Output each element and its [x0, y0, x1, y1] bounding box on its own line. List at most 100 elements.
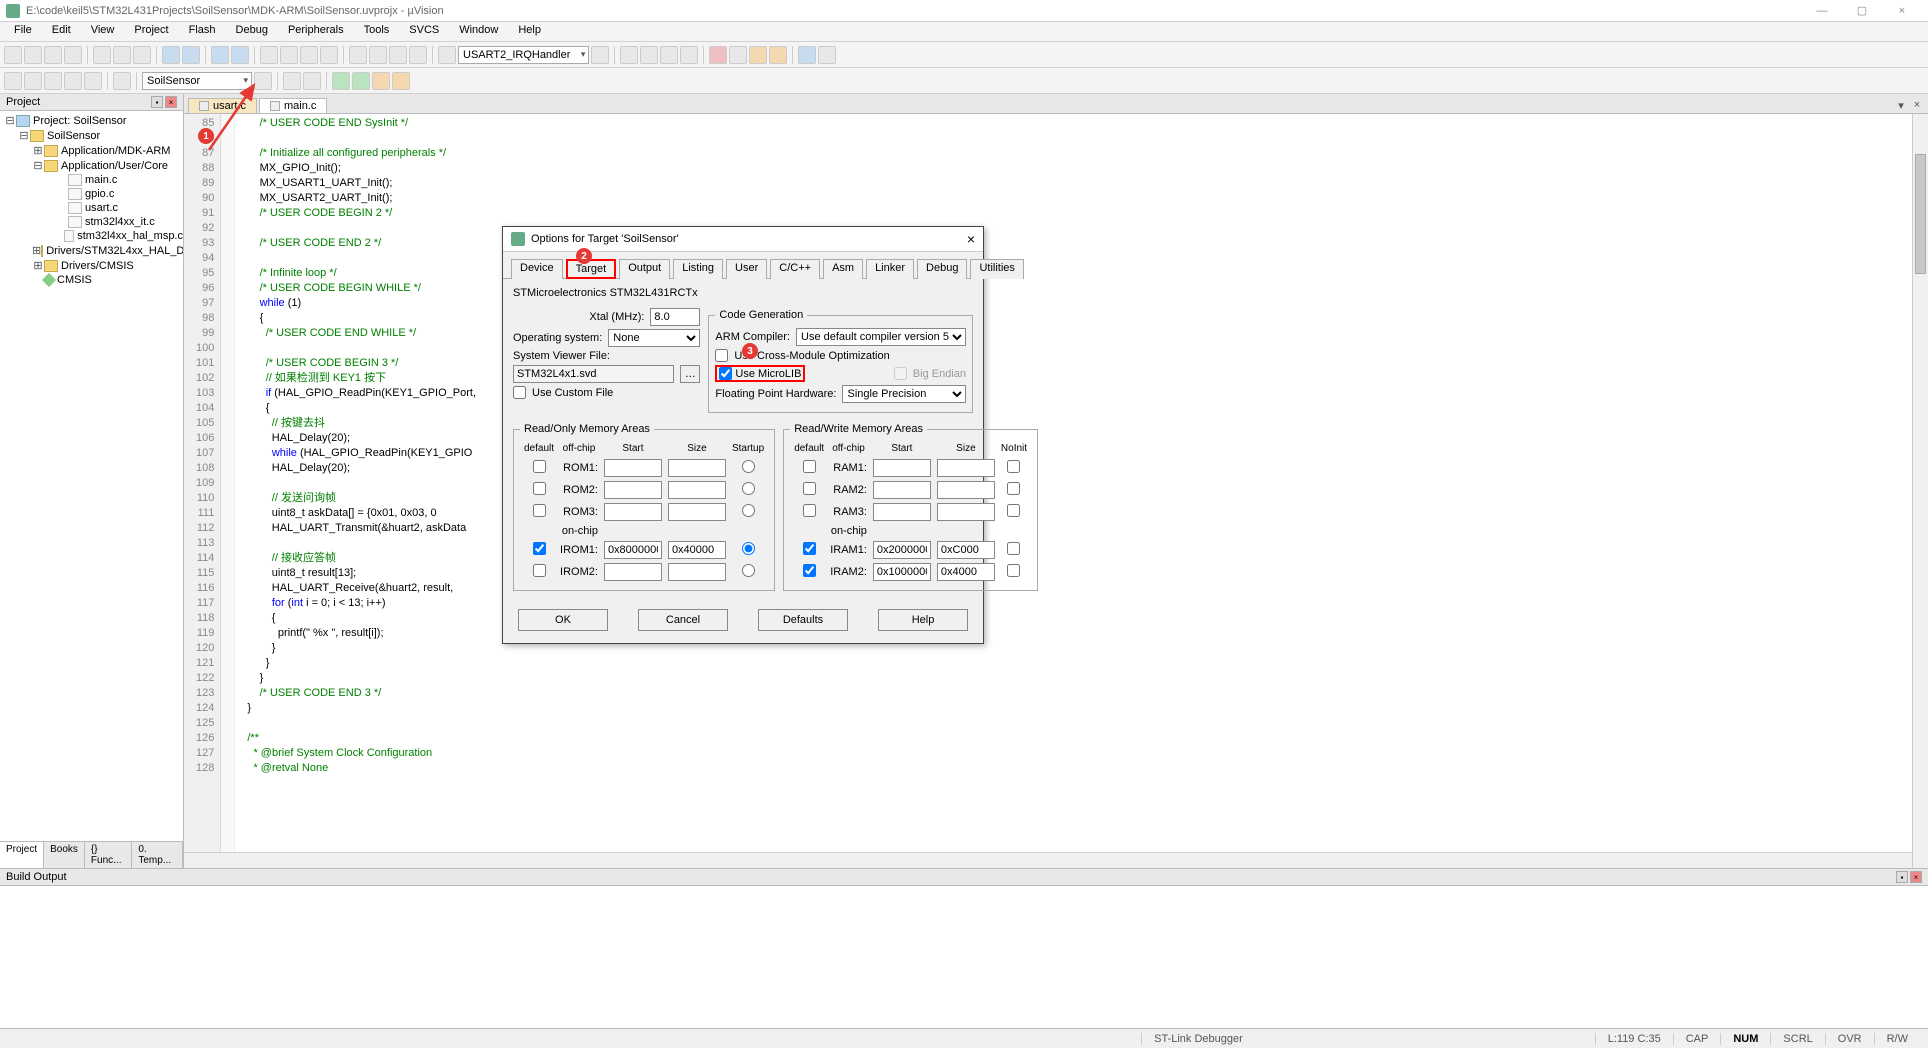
- dialog-tab-asm[interactable]: Asm: [823, 259, 863, 279]
- nav-fwd-icon[interactable]: [231, 46, 249, 64]
- tab-close-icon[interactable]: ×: [1910, 99, 1924, 113]
- pane-close-icon[interactable]: ×: [1910, 871, 1922, 883]
- menu-flash[interactable]: Flash: [179, 22, 226, 41]
- books-icon[interactable]: [303, 72, 321, 90]
- menu-peripherals[interactable]: Peripherals: [278, 22, 354, 41]
- mem-size[interactable]: [668, 481, 726, 499]
- mem-default[interactable]: [803, 482, 816, 495]
- mem-last[interactable]: [742, 542, 755, 555]
- insert-icon[interactable]: [680, 46, 698, 64]
- mem-size[interactable]: [937, 503, 995, 521]
- menu-window[interactable]: Window: [449, 22, 508, 41]
- mem-last[interactable]: [742, 504, 755, 517]
- menu-tools[interactable]: Tools: [354, 22, 400, 41]
- cut-icon[interactable]: [93, 46, 111, 64]
- dialog-title-bar[interactable]: Options for Target 'SoilSensor' ×: [503, 227, 983, 252]
- mem-size[interactable]: [668, 503, 726, 521]
- bookmark-icon[interactable]: [260, 46, 278, 64]
- stop-build-icon[interactable]: [84, 72, 102, 90]
- xtal-input[interactable]: [650, 308, 700, 326]
- mem-start[interactable]: [873, 481, 931, 499]
- dialog-tab-listing[interactable]: Listing: [673, 259, 723, 279]
- mem-default[interactable]: [803, 504, 816, 517]
- mem-size[interactable]: [937, 563, 995, 581]
- mem-default[interactable]: [533, 542, 546, 555]
- build-output-body[interactable]: [0, 886, 1928, 1028]
- dialog-tab-user[interactable]: User: [726, 259, 767, 279]
- mem-size[interactable]: [937, 541, 995, 559]
- project-tree[interactable]: ⊟Project: SoilSensor⊟SoilSensor⊞Applicat…: [0, 111, 183, 841]
- mem-last[interactable]: [1007, 482, 1020, 495]
- mem-start[interactable]: [604, 503, 662, 521]
- tab-dropdown-icon[interactable]: ▾: [1894, 99, 1908, 113]
- menu-debug[interactable]: Debug: [226, 22, 278, 41]
- os-select[interactable]: None: [608, 329, 700, 347]
- defaults-button[interactable]: Defaults: [758, 609, 848, 631]
- rte-icon[interactable]: [352, 72, 370, 90]
- code-text[interactable]: /* USER CODE END SysInit */ /* Initializ…: [235, 114, 476, 852]
- menu-help[interactable]: Help: [508, 22, 551, 41]
- dialog-tab-linker[interactable]: Linker: [866, 259, 914, 279]
- uncomment-icon[interactable]: [409, 46, 427, 64]
- translate-icon[interactable]: [4, 72, 22, 90]
- tree-file[interactable]: gpio.c: [0, 187, 183, 201]
- rebuild-icon[interactable]: [44, 72, 62, 90]
- tree-group[interactable]: ⊟Application/User/Core: [0, 158, 183, 173]
- bookmark-prev-icon[interactable]: [280, 46, 298, 64]
- mem-size[interactable]: [937, 481, 995, 499]
- editor-hscroll[interactable]: [184, 852, 1928, 868]
- mem-start[interactable]: [604, 563, 662, 581]
- editor-vscroll[interactable]: [1912, 114, 1928, 868]
- tree-file[interactable]: stm32l4xx_hal_msp.c: [0, 229, 183, 243]
- menu-project[interactable]: Project: [124, 22, 178, 41]
- git-icon[interactable]: [372, 72, 390, 90]
- mem-default[interactable]: [803, 542, 816, 555]
- microlib-checkbox[interactable]: [719, 367, 732, 380]
- tree-file[interactable]: stm32l4xx_it.c: [0, 215, 183, 229]
- tree-group[interactable]: ⊞Drivers/CMSIS: [0, 258, 183, 273]
- custom-file-checkbox[interactable]: [513, 386, 526, 399]
- save-icon[interactable]: [44, 46, 62, 64]
- tree-file[interactable]: usart.c: [0, 201, 183, 215]
- help-button[interactable]: Help: [878, 609, 968, 631]
- fold-column[interactable]: [221, 114, 235, 852]
- mem-size[interactable]: [668, 459, 726, 477]
- stop-icon[interactable]: [709, 46, 727, 64]
- file-tab-main[interactable]: main.c: [259, 98, 327, 113]
- mem-start[interactable]: [604, 459, 662, 477]
- manage-icon[interactable]: [283, 72, 301, 90]
- mem-default[interactable]: [803, 564, 816, 577]
- pane-pin-icon[interactable]: ▪: [1896, 871, 1908, 883]
- mem-last[interactable]: [742, 460, 755, 473]
- code-editor[interactable]: 8586878889909192939495969798991001011021…: [184, 114, 1928, 852]
- incremental-icon[interactable]: [620, 46, 638, 64]
- outdent-icon[interactable]: [369, 46, 387, 64]
- svn-icon[interactable]: [392, 72, 410, 90]
- mem-start[interactable]: [604, 541, 662, 559]
- tree-cmsis[interactable]: CMSIS: [0, 273, 183, 287]
- menu-svcs[interactable]: SVCS: [399, 22, 449, 41]
- window-icon[interactable]: [798, 46, 816, 64]
- mem-size[interactable]: [668, 541, 726, 559]
- mem-size[interactable]: [937, 459, 995, 477]
- pane-close-icon[interactable]: ×: [165, 96, 177, 108]
- indent-icon[interactable]: [349, 46, 367, 64]
- find-in-files-icon[interactable]: [591, 46, 609, 64]
- cancel-button[interactable]: Cancel: [638, 609, 728, 631]
- mem-default[interactable]: [533, 482, 546, 495]
- menu-file[interactable]: File: [4, 22, 42, 41]
- comment-icon[interactable]: [389, 46, 407, 64]
- tree-project-root[interactable]: ⊟Project: SoilSensor: [0, 113, 183, 128]
- copy-icon[interactable]: [113, 46, 131, 64]
- tree-group[interactable]: ⊞Drivers/STM32L4xx_HAL_Driv: [0, 243, 183, 258]
- svf-input[interactable]: [513, 365, 674, 383]
- cross-module-checkbox[interactable]: [715, 349, 728, 362]
- config-icon[interactable]: [818, 46, 836, 64]
- nav-back-icon[interactable]: [211, 46, 229, 64]
- tree-group[interactable]: ⊞Application/MDK-ARM: [0, 143, 183, 158]
- fp-select[interactable]: Single Precision: [842, 385, 966, 403]
- mem-last[interactable]: [1007, 504, 1020, 517]
- save-all-icon[interactable]: [64, 46, 82, 64]
- mem-last[interactable]: [1007, 542, 1020, 555]
- mem-last[interactable]: [1007, 564, 1020, 577]
